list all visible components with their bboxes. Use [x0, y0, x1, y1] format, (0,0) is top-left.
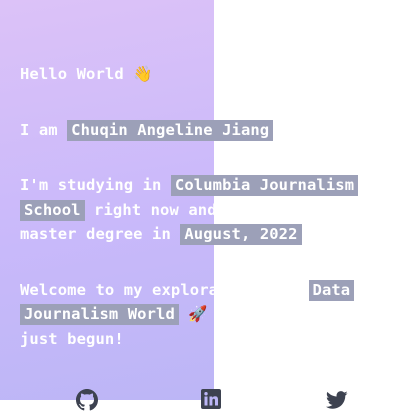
- degree-prefix: master degree in: [20, 225, 171, 243]
- school-highlight-line1: Columbia Journalism: [170, 175, 359, 196]
- name-highlight: Chuqin Angeline Jiang: [67, 119, 274, 141]
- study-middle: right now and: [94, 200, 217, 219]
- welcome-prefix: Welcome to my explora: [20, 280, 219, 299]
- greeting-text: Hello World: [20, 65, 124, 83]
- school-highlight-line2: School: [20, 199, 85, 221]
- world-highlight-part1: Data: [308, 279, 355, 301]
- rocket-icon: 🚀: [188, 305, 208, 323]
- welcome-paragraph: Welcome to my explora Data Journalism Wo…: [20, 277, 395, 352]
- text-gap: [216, 277, 300, 300]
- greeting-line: Hello World 👋: [20, 62, 395, 87]
- study-prefix: I'm studying in: [20, 176, 162, 194]
- github-icon[interactable]: [76, 389, 98, 411]
- intro-section: Hello World 👋 I am Chuqin Angeline Jiang…: [20, 62, 395, 351]
- graduation-highlight: August, 2022: [180, 224, 302, 245]
- linkedin-icon[interactable]: [201, 389, 223, 411]
- study-paragraph: I'm studying in Columbia Journalism Scho…: [20, 173, 395, 247]
- name-line: I am Chuqin Angeline Jiang: [20, 118, 395, 143]
- ending-text: just begun!: [20, 329, 124, 348]
- world-highlight-part2: Journalism World: [20, 304, 179, 325]
- twitter-icon[interactable]: [326, 389, 348, 411]
- waving-hand-icon: 👋: [133, 65, 153, 83]
- iam-prefix: I am: [20, 120, 58, 139]
- social-links: [0, 389, 400, 411]
